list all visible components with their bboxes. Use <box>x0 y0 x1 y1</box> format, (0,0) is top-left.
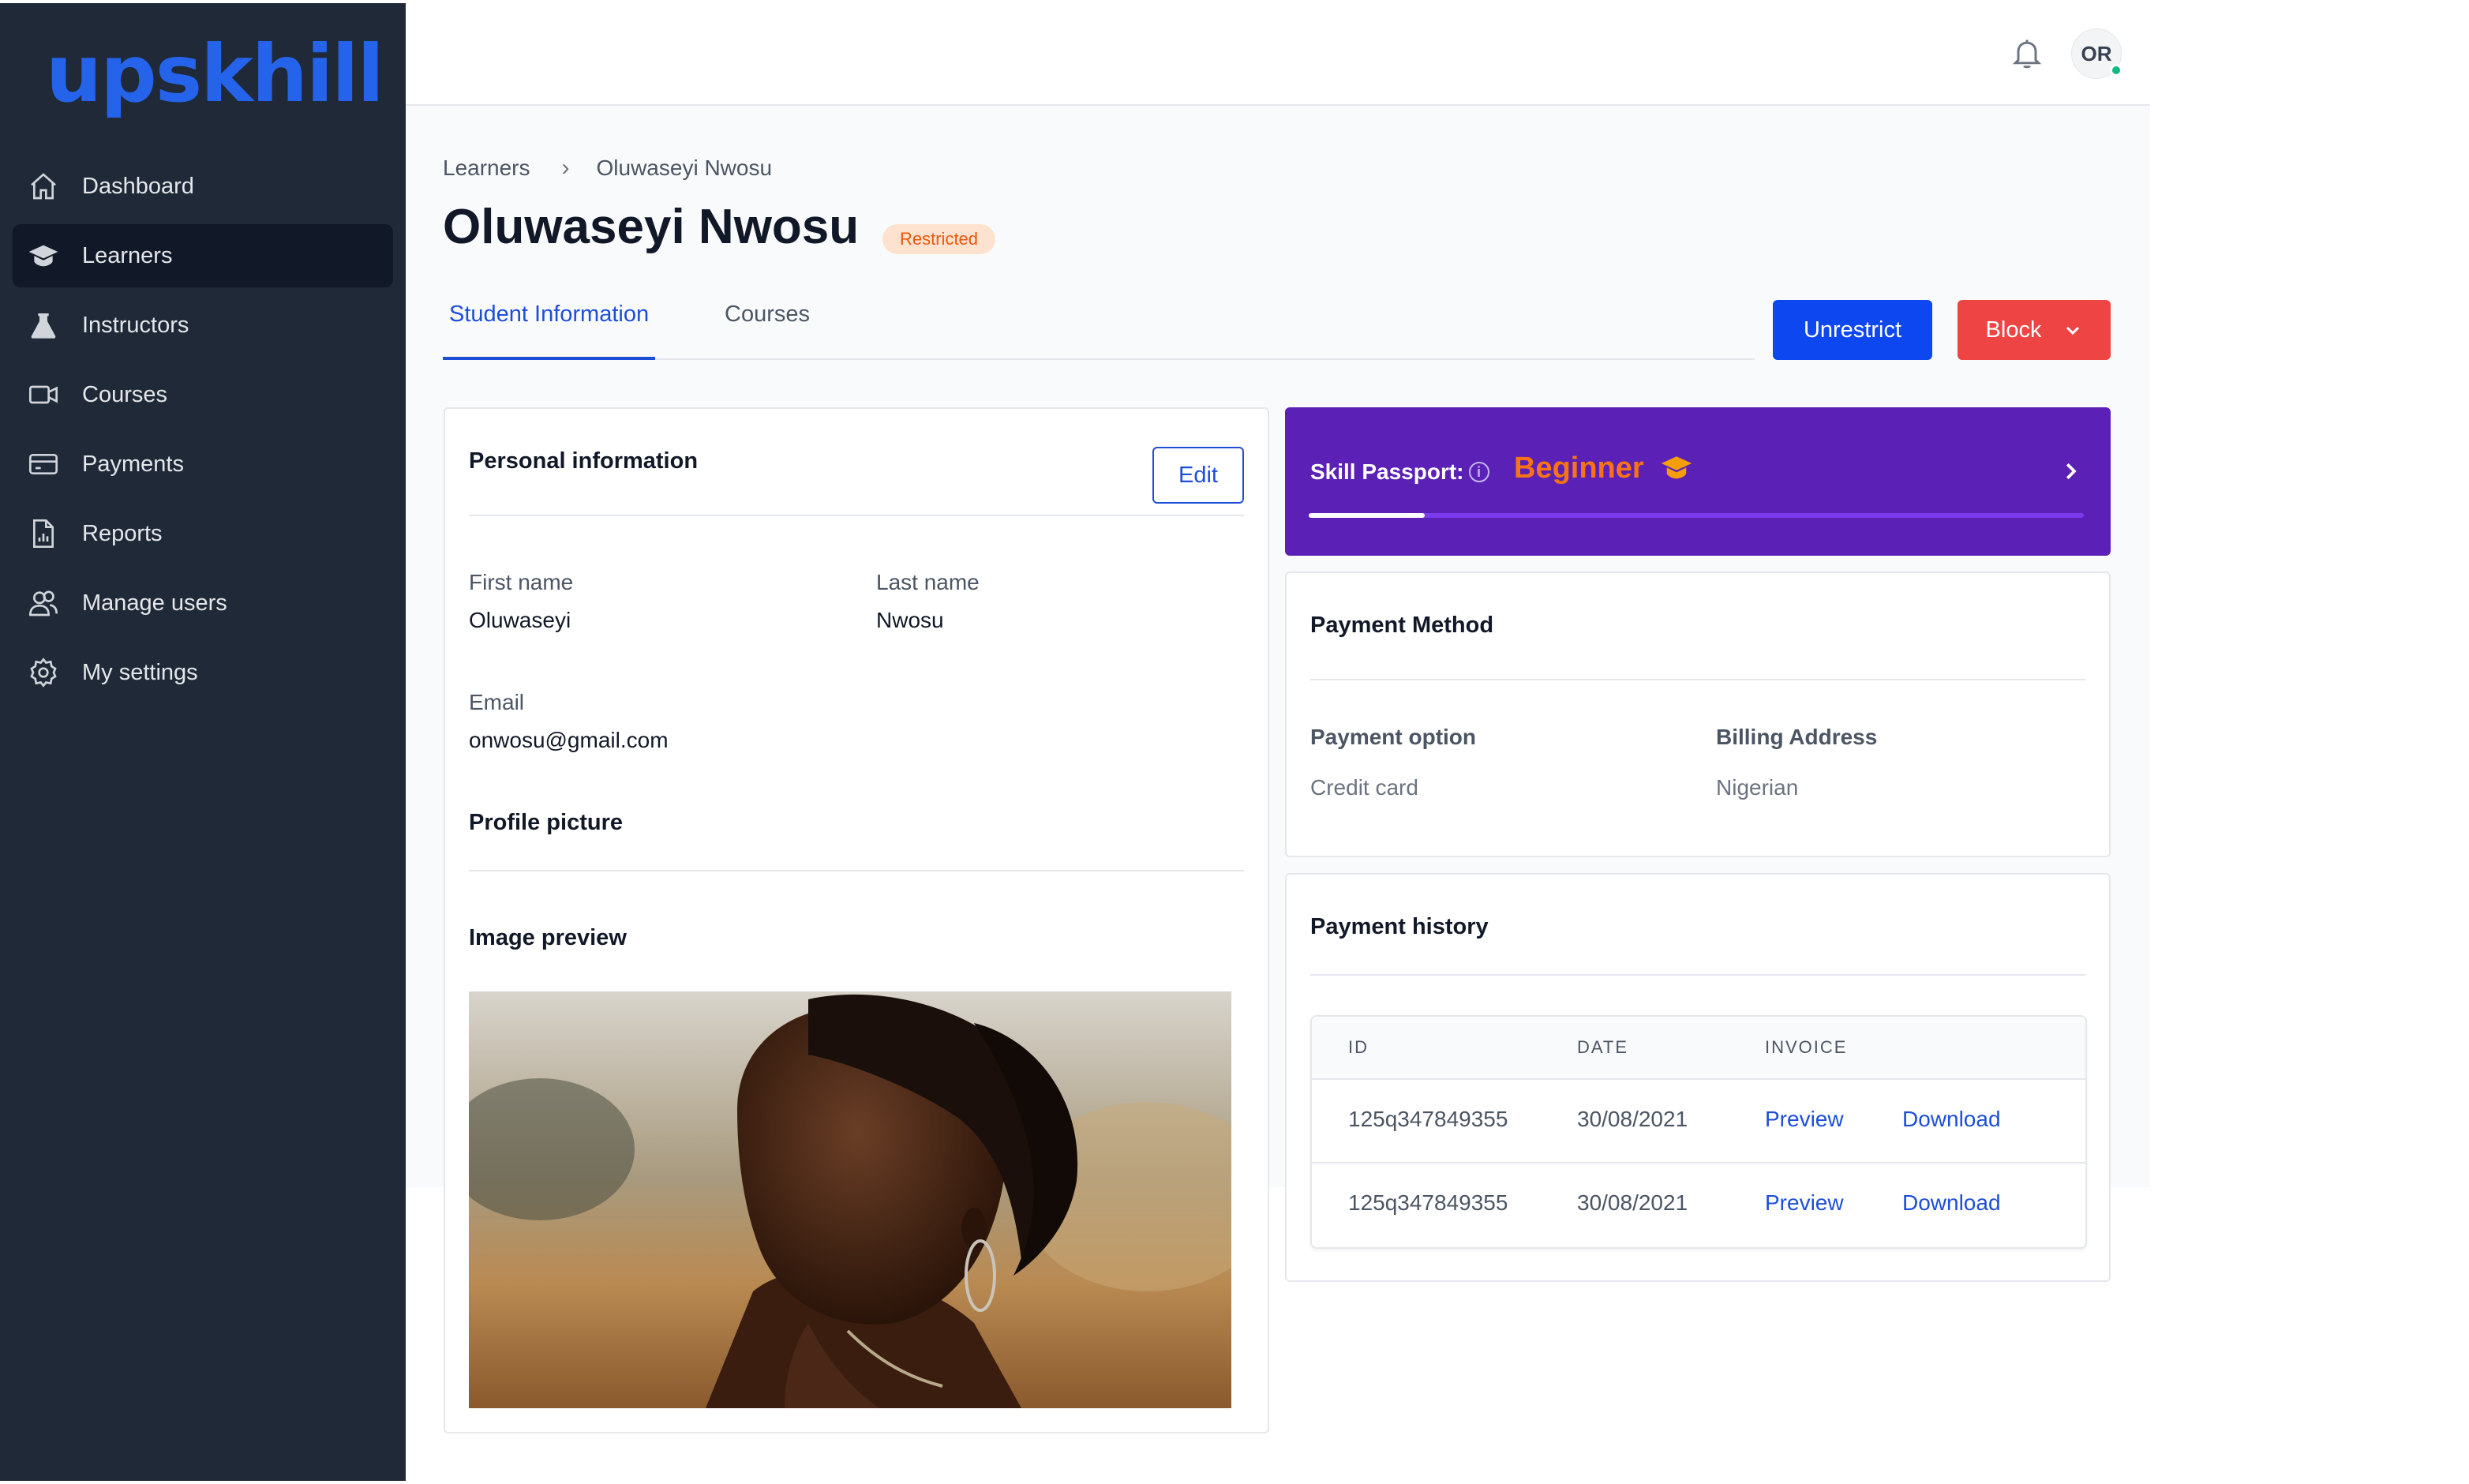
payment-date: 30/08/2021 <box>1577 1190 1688 1215</box>
gear-icon <box>27 656 60 689</box>
avatar-initials: OR <box>2081 41 2112 66</box>
personal-information-card: Personal information Edit First name Olu… <box>444 407 1269 1433</box>
graduation-cap-icon <box>1661 455 1692 478</box>
block-button[interactable]: Block <box>1958 300 2111 360</box>
tab-courses[interactable]: Courses <box>725 302 810 360</box>
sidebar-nav: Dashboard Learners Instructors Courses P… <box>13 155 393 710</box>
first-name-label: First name <box>469 570 574 594</box>
email-value: onwosu@gmail.com <box>469 728 669 752</box>
billing-address-label: Billing Address <box>1716 725 1878 749</box>
divider <box>469 870 1244 871</box>
chevron-right-icon[interactable] <box>2059 459 2082 483</box>
table-header: ID DATE INVOICE <box>1312 1017 2085 1080</box>
tab-student-information[interactable]: Student Information <box>443 302 656 360</box>
payment-method-heading: Payment Method <box>1310 613 1494 638</box>
bell-icon[interactable] <box>2010 35 2044 71</box>
column-header-id: ID <box>1348 1037 1369 1057</box>
user-avatar[interactable]: OR <box>2071 28 2122 79</box>
sidebar-item-courses[interactable]: Courses <box>13 363 393 426</box>
billing-address-value: Nigerian <box>1716 775 1799 800</box>
status-badge: Restricted <box>882 224 996 254</box>
sidebar-item-reports[interactable]: Reports <box>13 502 393 565</box>
last-name-value: Nwosu <box>876 608 944 632</box>
page-title: Oluwaseyi Nwosu <box>443 200 860 254</box>
credit-card-icon <box>27 448 60 481</box>
users-icon <box>27 586 60 620</box>
payment-id: 125q347849355 <box>1348 1190 1508 1215</box>
sidebar-item-label: Courses <box>82 381 167 407</box>
breadcrumb: Learners › Oluwaseyi Nwosu <box>443 155 772 182</box>
sidebar-item-payments[interactable]: Payments <box>13 433 393 496</box>
sidebar-item-label: Dashboard <box>82 173 194 199</box>
divider <box>1310 679 2085 680</box>
edit-button-label: Edit <box>1178 462 1218 488</box>
payment-option-label: Payment option <box>1310 725 1477 749</box>
skill-level: Beginner <box>1514 452 1693 485</box>
graduation-cap-icon <box>27 239 60 272</box>
tab-bar: Student Information Courses <box>443 294 1755 360</box>
sidebar-item-label: Payments <box>82 451 184 477</box>
chevron-down-icon <box>2066 326 2080 335</box>
divider <box>1310 974 2085 976</box>
sidebar: upskhill Dashboard Learners Instructors … <box>0 3 406 1481</box>
sidebar-item-learners[interactable]: Learners <box>13 224 393 287</box>
last-name-label: Last name <box>876 570 980 594</box>
sidebar-item-dashboard[interactable]: Dashboard <box>13 155 393 218</box>
download-link[interactable]: Download <box>1902 1107 2001 1132</box>
payment-method-card: Payment Method Payment option Credit car… <box>1285 571 2111 857</box>
profile-image-preview <box>469 991 1231 1408</box>
preview-link[interactable]: Preview <box>1765 1190 1844 1216</box>
unrestrict-button[interactable]: Unrestrict <box>1773 300 1932 360</box>
breadcrumb-current: Oluwaseyi Nwosu <box>596 156 773 180</box>
top-bar <box>406 0 2150 106</box>
download-link[interactable]: Download <box>1902 1190 2001 1216</box>
column-header-date: DATE <box>1577 1037 1629 1057</box>
tab-label: Courses <box>725 302 810 327</box>
skill-progress-track <box>1309 513 2084 518</box>
video-camera-icon <box>27 378 60 411</box>
report-document-icon <box>27 517 60 550</box>
payment-history-card: Payment history ID DATE INVOICE 125q3478… <box>1285 873 2111 1282</box>
tab-label: Student Information <box>449 302 650 327</box>
skill-progress-fill <box>1309 513 1426 518</box>
profile-picture-heading: Profile picture <box>469 810 623 835</box>
sidebar-item-instructors[interactable]: Instructors <box>13 294 393 357</box>
sidebar-item-my-settings[interactable]: My settings <box>13 641 393 704</box>
sidebar-item-manage-users[interactable]: Manage users <box>13 571 393 635</box>
app-logo[interactable]: upskhill <box>46 35 384 114</box>
table-row: 125q347849355 30/08/2021 Preview Downloa… <box>1312 1080 2085 1164</box>
payment-option-value: Credit card <box>1310 775 1418 800</box>
chevron-right-icon: › <box>561 155 570 181</box>
sidebar-item-label: Learners <box>82 242 173 268</box>
edit-button[interactable]: Edit <box>1152 447 1244 504</box>
skill-passport-label-wrap: Skill Passport: i <box>1310 459 1489 485</box>
payment-id: 125q347849355 <box>1348 1107 1508 1131</box>
payment-date: 30/08/2021 <box>1577 1107 1688 1131</box>
image-preview-heading: Image preview <box>469 925 627 950</box>
unrestrict-button-label: Unrestrict <box>1803 317 1902 343</box>
sidebar-item-label: Manage users <box>82 590 227 616</box>
personal-information-heading: Personal information <box>469 448 699 474</box>
divider <box>469 515 1244 516</box>
skill-passport-banner[interactable]: Skill Passport: i Beginner <box>1285 407 2111 556</box>
sidebar-item-label: Reports <box>82 520 163 546</box>
online-status-indicator <box>2110 64 2122 77</box>
skill-passport-label: Skill Passport: <box>1310 459 1464 484</box>
preview-link[interactable]: Preview <box>1765 1107 1844 1132</box>
payment-history-heading: Payment history <box>1310 914 1489 939</box>
skill-level-value: Beginner <box>1514 452 1644 485</box>
column-header-invoice: INVOICE <box>1765 1037 1848 1057</box>
block-button-label: Block <box>1985 317 2042 343</box>
payment-history-table: ID DATE INVOICE 125q347849355 30/08/2021… <box>1310 1015 2087 1249</box>
sidebar-item-label: Instructors <box>82 312 189 338</box>
flask-icon <box>27 309 60 342</box>
home-icon <box>27 170 60 203</box>
table-row: 125q347849355 30/08/2021 Preview Downloa… <box>1312 1164 2085 1247</box>
email-label: Email <box>469 690 525 714</box>
first-name-value: Oluwaseyi <box>469 608 571 632</box>
sidebar-item-label: My settings <box>82 659 198 685</box>
info-icon[interactable]: i <box>1468 462 1489 482</box>
breadcrumb-parent-link[interactable]: Learners <box>443 156 530 181</box>
